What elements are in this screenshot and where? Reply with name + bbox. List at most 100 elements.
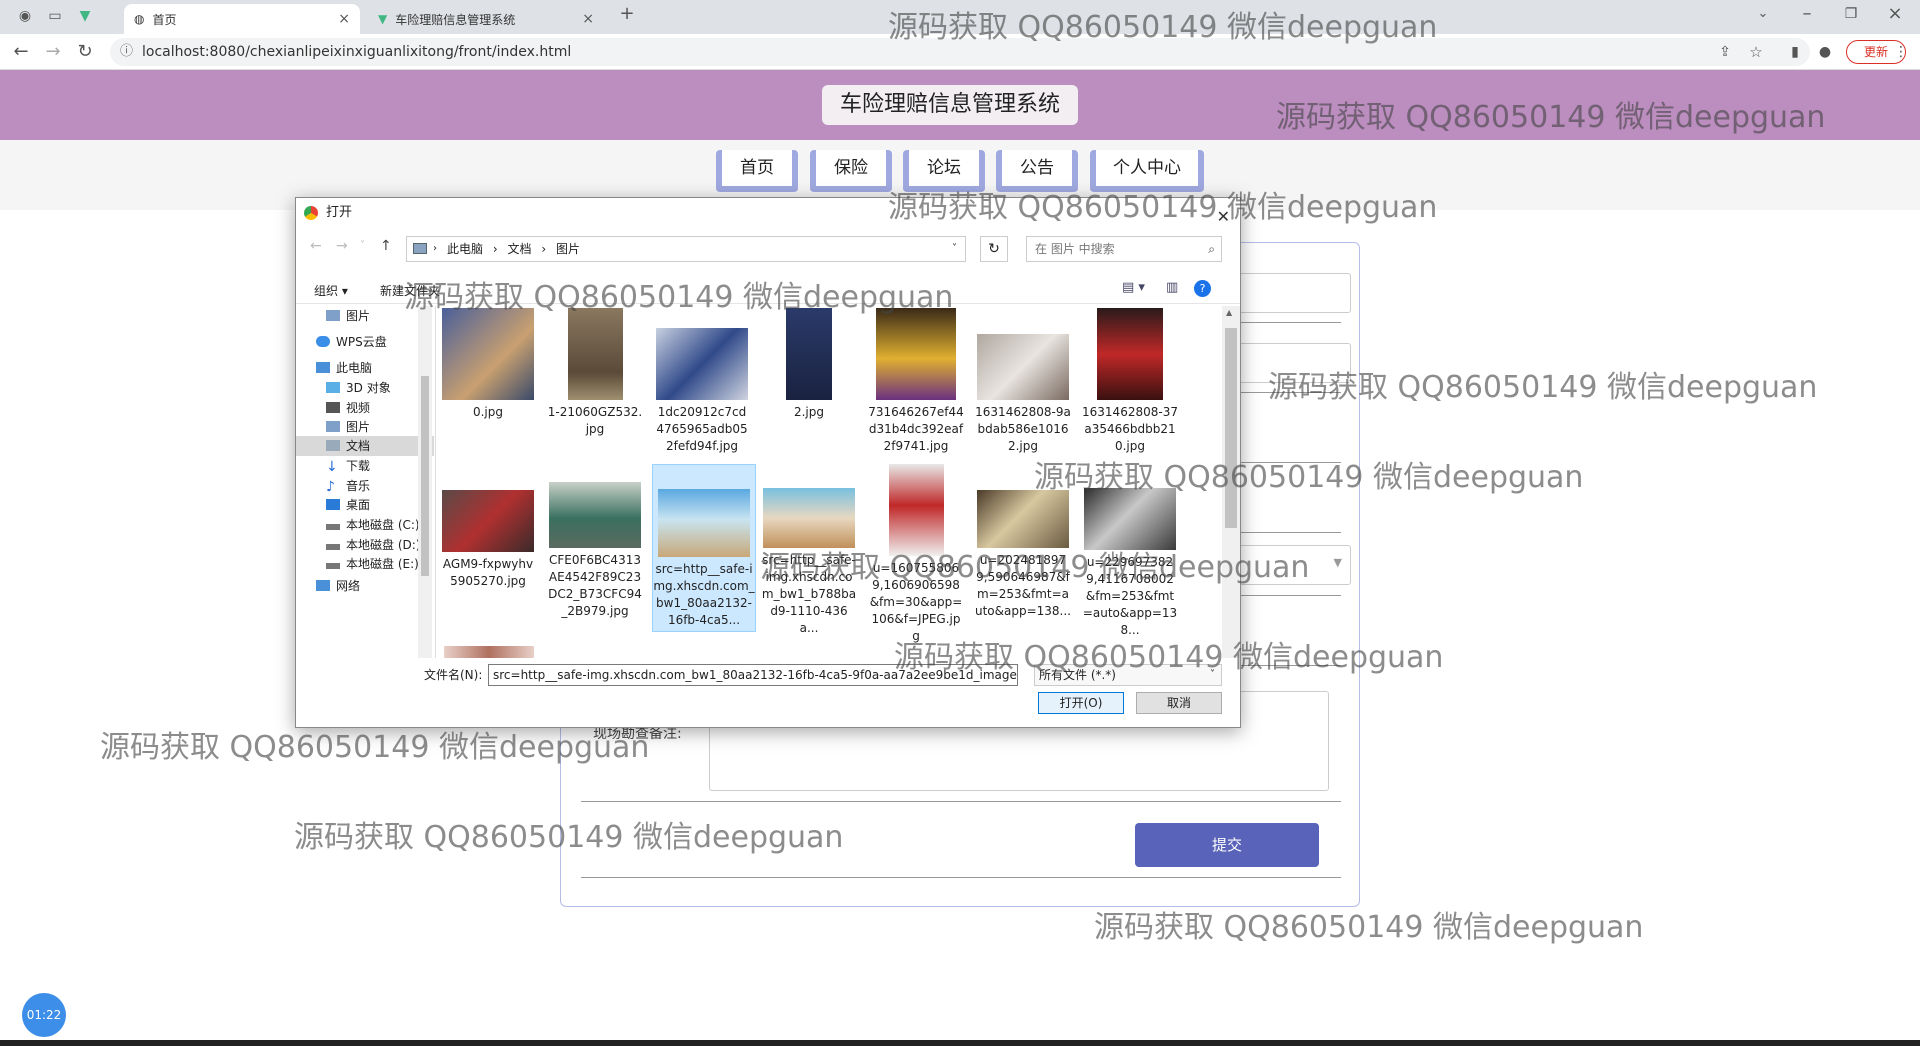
filetype-select[interactable]: 所有文件 (*.*) ˅: [1034, 664, 1222, 686]
file-item[interactable]: CFE0F6BC4313AE4542F89C23DC2_B73CFC94_2B9…: [547, 482, 643, 620]
path-segment[interactable]: 图片: [556, 242, 580, 256]
music-icon: ♪: [326, 479, 335, 495]
restore-icon[interactable]: ❐: [1840, 4, 1862, 24]
tab-home[interactable]: ◍ 首页 ×: [124, 4, 360, 34]
file-item[interactable]: 731646267ef44d31b4dc392eaf2f9741.jpg: [868, 308, 964, 455]
taskbar-strip: [0, 1040, 1920, 1046]
nav-item-pictures[interactable]: 图片: [326, 417, 370, 437]
nav-item-network[interactable]: 网络: [316, 576, 360, 596]
history-icon[interactable]: ◉: [14, 6, 36, 26]
organize-button[interactable]: 组织 ▾: [314, 282, 348, 299]
nav-item-music[interactable]: ♪ 音乐: [326, 476, 370, 496]
nav-item-drive-e[interactable]: 本地磁盘 (E:): [326, 554, 419, 574]
dialog-title: 打开: [326, 205, 353, 220]
path-bar[interactable]: › 此电脑 › 文档 › 图片 ˅: [406, 236, 966, 262]
file-item[interactable]: u=1607558069,1606906598&fm=30&app=106&f=…: [868, 464, 964, 645]
path-segment[interactable]: 文档: [507, 242, 531, 256]
image-thumbnail: [442, 308, 534, 400]
url-field[interactable]: ⓘ localhost:8080/chexianlipeixinxiguanli…: [110, 38, 1810, 66]
up-icon[interactable]: ↑: [380, 238, 392, 254]
file-item[interactable]: u=2024818979,590646987&fm=253&fmt=auto&a…: [975, 490, 1071, 620]
file-item[interactable]: u=2296973829,4116708002&fm=253&fmt=auto&…: [1082, 488, 1178, 639]
file-item-selected[interactable]: src=http__safe-img.xhscdn.com_bw1_80aa21…: [652, 464, 756, 632]
tab-label: 首页: [152, 12, 177, 27]
nav-insurance[interactable]: 保险: [810, 150, 892, 192]
forward-icon[interactable]: →: [336, 238, 348, 254]
preview-pane-icon[interactable]: ▥: [1166, 280, 1178, 295]
open-button[interactable]: 打开(O): [1038, 692, 1124, 714]
close-tab-icon[interactable]: ×: [338, 11, 350, 27]
scrollbar-thumb[interactable]: [421, 376, 429, 576]
submit-button[interactable]: 提交: [1135, 823, 1319, 867]
file-item[interactable]: 1631462808-9abdab586e10162.jpg: [975, 308, 1071, 455]
nav-item-pictures-pinned[interactable]: 图片: [326, 306, 370, 326]
chevron-down-icon[interactable]: ˅: [360, 240, 365, 251]
nav-item-drive-d[interactable]: 本地磁盘 (D:): [326, 535, 420, 555]
nav-item-this-pc[interactable]: 此电脑: [316, 358, 372, 378]
share-icon[interactable]: ⇪: [1714, 42, 1736, 62]
file-item[interactable]: 1631462808-37a35466bdbb210.jpg: [1082, 308, 1178, 455]
file-item[interactable]: 2.jpg: [761, 308, 857, 421]
desktop-icon: [326, 499, 340, 510]
file-list-scrollbar[interactable]: ▲: [1222, 306, 1240, 658]
vue-icon[interactable]: ▼: [74, 6, 96, 26]
back-icon[interactable]: ←: [310, 238, 322, 254]
star-icon[interactable]: ☆: [1745, 42, 1767, 62]
dialog-search-input[interactable]: 在 图片 中搜索 ⌕: [1026, 236, 1222, 262]
nav-item-3d[interactable]: 3D 对象: [326, 378, 391, 398]
new-tab-icon[interactable]: +: [616, 4, 638, 24]
profile-icon[interactable]: ●: [1814, 42, 1836, 62]
menu-icon[interactable]: ⋮: [1890, 42, 1912, 62]
file-item[interactable]: 1-21060GZ532.jpg: [547, 308, 643, 438]
help-icon[interactable]: ?: [1194, 280, 1211, 297]
scroll-up-icon[interactable]: ▲: [1226, 308, 1232, 317]
file-open-dialog: 打开 ✕ ← → ˅ ↑ › 此电脑 › 文档 › 图片 ˅ ↻ 在 图片 中搜…: [295, 197, 1241, 728]
close-icon[interactable]: ✕: [1217, 202, 1230, 232]
refresh-icon[interactable]: ↻: [980, 236, 1008, 262]
nav-profile[interactable]: 个人中心: [1090, 150, 1204, 192]
nav-item-desktop[interactable]: 桌面: [326, 495, 370, 515]
computer-icon: [413, 243, 427, 254]
drive-icon: [326, 544, 340, 550]
file-item[interactable]: 0.jpg: [440, 308, 536, 421]
nav-home[interactable]: 首页: [716, 150, 798, 192]
scrollbar-thumb[interactable]: [1225, 328, 1237, 528]
nav-forum[interactable]: 论坛: [903, 150, 985, 192]
divider: [581, 877, 1341, 878]
file-item[interactable]: 1dc20912c7cd4765965adb052fefd94f.jpg: [654, 308, 750, 455]
chevron-down-icon: ˅: [1210, 669, 1215, 680]
close-tab-icon[interactable]: ×: [582, 11, 594, 27]
image-thumbnail: [876, 308, 956, 400]
nav-scrollbar[interactable]: [418, 306, 432, 658]
tab-icon[interactable]: ▭: [44, 6, 66, 26]
nav-item-video[interactable]: 视频: [326, 398, 370, 418]
site-title: 车险理赔信息管理系统: [822, 85, 1078, 125]
forward-icon[interactable]: →: [42, 42, 64, 62]
back-icon[interactable]: ←: [10, 42, 32, 62]
file-item[interactable]: src=http__safe-img.xhscdn.com_bw1_b788ba…: [761, 488, 857, 637]
image-thumbnail: [656, 328, 748, 400]
nav-item-documents[interactable]: 文档: [296, 436, 434, 456]
reload-icon[interactable]: ↻: [74, 42, 96, 62]
sidepanel-icon[interactable]: ▮: [1784, 42, 1806, 62]
minimize-icon[interactable]: –: [1796, 4, 1818, 24]
nav-item-downloads[interactable]: ↓ 下载: [326, 456, 370, 476]
pictures-icon: [326, 310, 340, 321]
network-icon: [316, 580, 330, 591]
timer-badge: 01:22: [22, 993, 66, 1037]
filename-input[interactable]: src=http__safe-img.xhscdn.com_bw1_80aa21…: [488, 664, 1018, 686]
view-options-icon[interactable]: ▤ ▾: [1122, 280, 1145, 295]
close-window-icon[interactable]: ×: [1884, 4, 1906, 24]
tab-system[interactable]: ▼ 车险理赔信息管理系统 ×: [368, 4, 604, 34]
path-segment[interactable]: 此电脑: [447, 242, 483, 256]
nav-notice[interactable]: 公告: [996, 150, 1078, 192]
file-item[interactable]: AGM9-fxpwyhv5905270.jpg: [440, 484, 536, 590]
nav-item-drive-c[interactable]: 本地磁盘 (C:): [326, 515, 420, 535]
tab-search-icon[interactable]: ⌄: [1752, 4, 1774, 24]
url-text: localhost:8080/chexianlipeixinxiguanlixi…: [142, 44, 572, 60]
cancel-button[interactable]: 取消: [1136, 692, 1222, 714]
image-thumbnail: [786, 308, 832, 400]
new-folder-button[interactable]: 新建文件夹: [380, 282, 440, 299]
chevron-down-icon[interactable]: ˅: [952, 237, 957, 261]
nav-item-wps[interactable]: WPS云盘: [316, 332, 387, 352]
